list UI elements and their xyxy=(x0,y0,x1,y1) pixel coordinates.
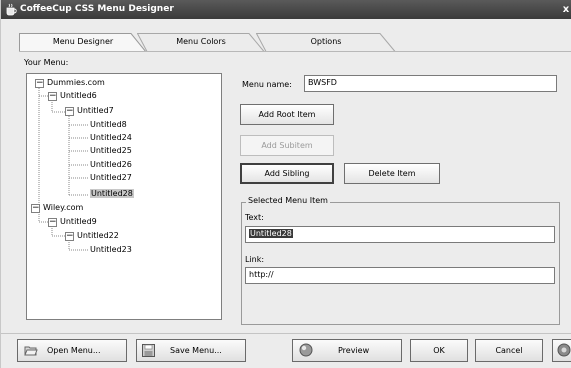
tab-options-label: Options xyxy=(310,37,342,46)
help-icon xyxy=(557,343,571,357)
add-sibling-button[interactable]: Add Sibling xyxy=(240,163,334,184)
tree-node[interactable]: Untitled23 xyxy=(90,244,132,256)
window-title: CoffeeCup CSS Menu Designer xyxy=(20,4,174,14)
link-label: Link: xyxy=(245,255,265,264)
floppy-disk-icon xyxy=(142,344,155,357)
expander-untitled7[interactable]: − xyxy=(65,107,74,116)
expander-dummies[interactable]: − xyxy=(35,79,44,88)
title-bar[interactable]: CoffeeCup CSS Menu Designer x xyxy=(1,0,571,19)
save-menu-label: Save Menu... xyxy=(170,346,222,355)
tab-menu-colors[interactable]: Menu Colors xyxy=(137,33,265,52)
text-input-value: Untitled28 xyxy=(249,229,293,238)
expander-untitled9[interactable]: − xyxy=(48,218,57,227)
tree-node[interactable]: Untitled8 xyxy=(90,119,127,131)
preview-button[interactable]: Preview xyxy=(292,339,402,362)
selected-menu-item-group xyxy=(241,202,560,325)
bottom-separator xyxy=(1,333,571,334)
tree-node[interactable]: Untitled6 xyxy=(60,90,97,102)
app-window: CoffeeCup CSS Menu Designer x Menu Desig… xyxy=(0,0,571,368)
preview-label: Preview xyxy=(338,346,370,355)
text-input[interactable]: Untitled28 xyxy=(245,226,555,243)
open-menu-label: Open Menu... xyxy=(47,346,101,355)
cancel-button[interactable]: Cancel xyxy=(475,339,543,362)
add-root-item-button[interactable]: Add Root Item xyxy=(240,104,334,125)
selected-menu-item-title: Selected Menu Item xyxy=(246,196,330,205)
tree-node[interactable]: Untitled22 xyxy=(77,230,119,242)
open-menu-button[interactable]: Open Menu... xyxy=(17,339,127,362)
ok-label: OK xyxy=(433,346,445,355)
text-label: Text: xyxy=(245,213,264,222)
delete-item-button[interactable]: Delete Item xyxy=(344,163,440,184)
menu-name-label: Menu name: xyxy=(242,80,292,89)
tab-menu-colors-label: Menu Colors xyxy=(176,37,226,46)
coffee-cup-icon xyxy=(6,3,17,16)
expander-untitled22[interactable]: − xyxy=(65,232,74,241)
your-menu-label: Your Menu: xyxy=(24,58,69,67)
close-button[interactable]: x xyxy=(560,2,571,17)
globe-icon xyxy=(299,343,313,357)
tree-node[interactable]: Untitled9 xyxy=(60,216,97,228)
tree-node[interactable]: Untitled27 xyxy=(90,172,132,184)
menu-name-input[interactable]: BWSFD xyxy=(304,75,557,92)
tab-menu-designer-label: Menu Designer xyxy=(52,37,114,46)
menu-tree[interactable]: − Dummies.com − Untitled6 − Untitled7 Un… xyxy=(26,73,222,320)
tab-options[interactable]: Options xyxy=(256,33,396,52)
tree-node-selected[interactable]: Untitled28 xyxy=(90,188,134,200)
tab-bar: Menu Designer Menu Colors Options xyxy=(19,33,559,52)
tree-node[interactable]: Untitled26 xyxy=(90,159,132,171)
cancel-label: Cancel xyxy=(495,346,523,355)
tree-node[interactable]: Untitled7 xyxy=(77,105,114,117)
expander-untitled6[interactable]: − xyxy=(48,92,57,101)
tab-menu-designer[interactable]: Menu Designer xyxy=(19,33,147,52)
tree-node[interactable]: Wiley.com xyxy=(43,202,83,214)
expander-wiley[interactable]: − xyxy=(31,204,40,213)
tree-node[interactable]: Untitled25 xyxy=(90,145,132,157)
add-subitem-button[interactable]: Add Subitem xyxy=(240,135,334,156)
tree-node[interactable]: Dummies.com xyxy=(47,77,105,89)
ok-button[interactable]: OK xyxy=(410,339,468,362)
help-button[interactable] xyxy=(552,339,571,362)
link-input[interactable]: http:// xyxy=(245,267,555,284)
tree-node[interactable]: Untitled24 xyxy=(90,132,132,144)
save-menu-button[interactable]: Save Menu... xyxy=(136,339,246,362)
folder-open-icon xyxy=(24,346,38,356)
